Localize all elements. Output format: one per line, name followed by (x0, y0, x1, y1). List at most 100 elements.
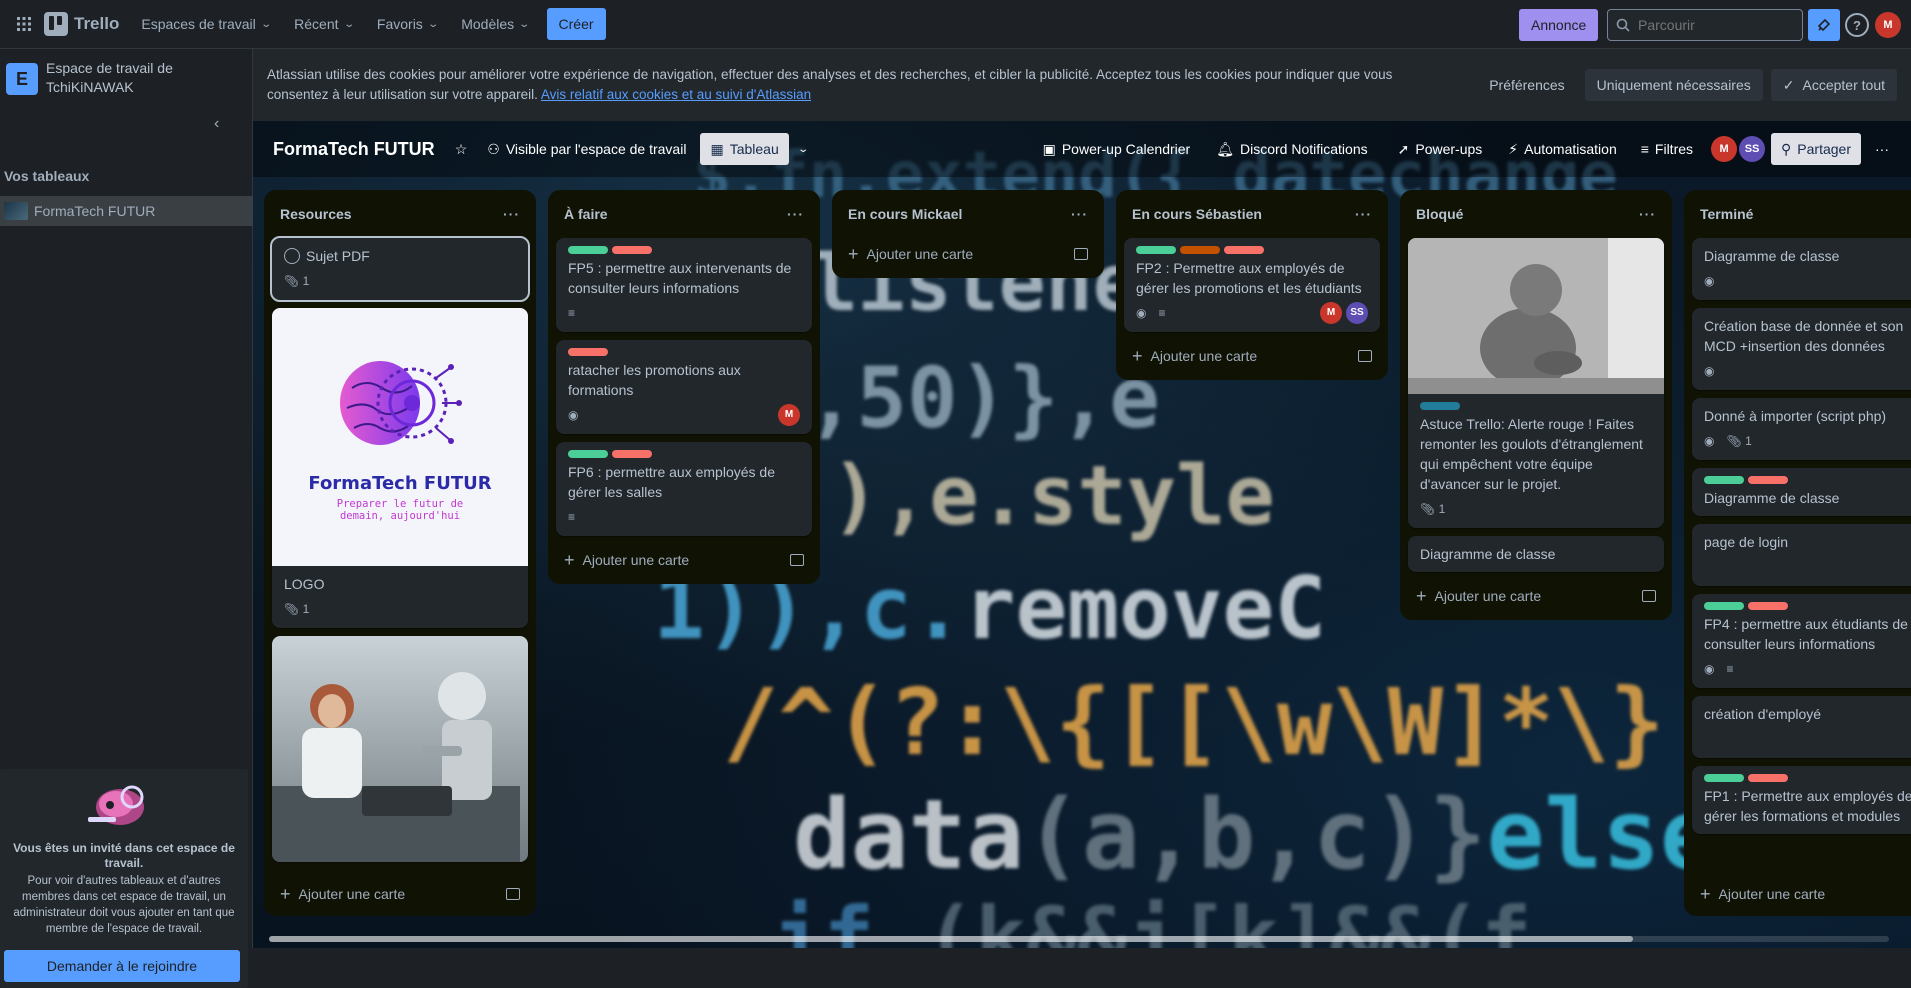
label-red[interactable] (568, 348, 608, 356)
nav-templates[interactable]: Modèles ⌄ (449, 8, 540, 40)
nav-starred[interactable]: Favoris ⌄ (365, 8, 449, 40)
request-join-button[interactable]: Demander à le rejoindre (4, 950, 240, 982)
card[interactable]: FP4 : permettre aux étudiants de consult… (1692, 594, 1911, 688)
board-menu-icon[interactable]: ··· (1865, 133, 1899, 165)
add-card-button[interactable]: + Ajouter une carte (1124, 340, 1380, 372)
card-member-avatar[interactable]: M (1320, 302, 1342, 324)
automation-button[interactable]: ⚡︎ Automatisation (1498, 133, 1626, 165)
template-icon[interactable] (790, 554, 804, 566)
rocket-icon: ➚ (1397, 140, 1410, 157)
card[interactable]: FP1 : Permettre aux employés de gérer le… (1692, 766, 1911, 834)
filters-button[interactable]: ≡ Filtres (1631, 133, 1703, 165)
label-blue[interactable] (1420, 402, 1460, 410)
card[interactable]: Sujet PDF 📎︎ 1 (270, 236, 530, 302)
card[interactable]: Astuce Trello: Alerte rouge ! Faites rem… (1408, 238, 1664, 528)
list-title[interactable]: En cours Mickael (848, 206, 962, 222)
search-box[interactable] (1607, 9, 1803, 41)
label-green[interactable] (1704, 476, 1744, 484)
list-menu-icon[interactable]: ··· (1071, 206, 1088, 222)
add-card-button[interactable]: + Ajouter une carte (556, 544, 812, 576)
circle-checkbox-icon[interactable] (284, 248, 300, 264)
member-avatar[interactable]: SS (1739, 136, 1766, 162)
template-icon[interactable] (1074, 248, 1088, 260)
card-member-avatar[interactable]: SS (1346, 302, 1368, 324)
card-title: Diagramme de classe (1704, 248, 1840, 264)
view-tab-board[interactable]: ▦ Tableau (700, 133, 789, 165)
cookie-preferences-button[interactable]: Préférences (1477, 69, 1576, 101)
views-dropdown-chevron-icon[interactable]: ⌄ (789, 133, 817, 165)
card[interactable]: Diagramme de classe (1408, 536, 1664, 572)
card-member-avatar[interactable]: M (778, 404, 800, 426)
label-green[interactable] (1136, 246, 1176, 254)
create-button[interactable]: Créer (546, 8, 606, 40)
label-red[interactable] (1748, 774, 1788, 782)
card[interactable]: page de login SS (1692, 524, 1911, 586)
powerups-button[interactable]: ➚ Power-ups (1388, 133, 1493, 165)
app-switcher-icon[interactable] (8, 8, 40, 40)
nav-workspaces[interactable]: Espaces de travail ⌄ (129, 8, 282, 40)
add-card-button[interactable]: + Ajouter une carte (840, 238, 1096, 270)
announcement-button[interactable]: Annonce (1519, 9, 1599, 41)
card[interactable]: création d'employé SS (1692, 696, 1911, 758)
label-green[interactable] (1704, 602, 1744, 610)
share-button[interactable]: ⚲ Partager (1771, 133, 1861, 165)
board-horizontal-scrollbar[interactable] (253, 929, 1911, 948)
card[interactable]: FP5 : permettre aux intervenants de cons… (556, 238, 812, 332)
label-red[interactable] (1748, 602, 1788, 610)
powerup-calendar-button[interactable]: ▣ Power-up Calendrier (1033, 133, 1201, 165)
card[interactable]: FP6 : permettre aux employés de gérer le… (556, 442, 812, 536)
member-avatar[interactable]: M (1711, 136, 1738, 162)
add-card-button[interactable]: + Ajouter une carte (272, 878, 528, 910)
card[interactable]: Création base de donnée et son MCD +inse… (1692, 308, 1911, 390)
card[interactable]: Diagramme de classe (1692, 468, 1911, 516)
list-title[interactable]: À faire (564, 206, 608, 222)
attachment-count: 1 (302, 274, 310, 288)
list-title[interactable]: Resources (280, 206, 352, 222)
collapse-sidebar-icon[interactable]: ‹ (214, 115, 219, 133)
label-red[interactable] (612, 450, 652, 458)
board-title[interactable]: FormaTech FUTUR (273, 139, 435, 160)
list-title[interactable]: Terminé (1700, 206, 1753, 222)
search-input[interactable] (1638, 17, 1788, 33)
sidebar-board-item[interactable]: FormaTech FUTUR (0, 196, 253, 226)
template-icon[interactable] (1642, 590, 1656, 602)
nav-recent[interactable]: Récent ⌄ (282, 8, 365, 40)
label-red[interactable] (1224, 246, 1264, 254)
label-green[interactable] (568, 246, 608, 254)
list-menu-icon[interactable]: ··· (1639, 206, 1656, 222)
cookie-accept-all-button[interactable]: ✓ Accepter tout (1770, 69, 1897, 101)
scrollbar-thumb[interactable] (269, 936, 1633, 942)
label-orange[interactable] (1180, 246, 1220, 254)
card[interactable]: FP2 : Permettre aux employés de gérer le… (1124, 238, 1380, 332)
template-icon[interactable] (506, 888, 520, 900)
notifications-icon[interactable] (1808, 9, 1840, 41)
list-title[interactable]: Bloqué (1416, 206, 1463, 222)
discord-notifications-button[interactable]: 🔔︎ Discord Notifications (1206, 133, 1377, 165)
label-red[interactable] (612, 246, 652, 254)
user-avatar[interactable]: M (1875, 12, 1901, 38)
star-icon[interactable]: ☆ (445, 133, 478, 165)
workspace-name[interactable]: Espace de travail de TchiKiNAWAK (46, 59, 201, 97)
card[interactable]: Diagramme de classe ◉M (1692, 238, 1911, 300)
visibility-button[interactable]: ⚇ Visible par l'espace de travail (477, 133, 696, 165)
label-green[interactable] (568, 450, 608, 458)
list-menu-icon[interactable]: ··· (787, 206, 804, 222)
cookie-necessary-button[interactable]: Uniquement nécessaires (1584, 69, 1763, 101)
label-red[interactable] (1748, 476, 1788, 484)
list-menu-icon[interactable]: ··· (503, 206, 520, 222)
list-menu-icon[interactable]: ··· (1355, 206, 1372, 222)
list-title[interactable]: En cours Sébastien (1132, 206, 1262, 222)
cookie-policy-link[interactable]: Avis relatif aux cookies et au suivi d'A… (541, 87, 811, 102)
add-card-button[interactable]: + Ajouter une carte (1408, 580, 1664, 612)
trello-logo[interactable]: Trello (44, 12, 119, 36)
discord-notifications-label: Discord Notifications (1240, 141, 1368, 157)
card[interactable]: ratacher les promotions aux formations ◉… (556, 340, 812, 434)
add-card-button[interactable]: + Ajouter une carte (1692, 878, 1911, 910)
card[interactable] (272, 636, 528, 862)
card[interactable]: FormaTech FUTUR Preparer le futur de dem… (272, 308, 528, 628)
template-icon[interactable] (1358, 350, 1372, 362)
card[interactable]: Donné à importer (script php) ◉📎︎ 1 M (1692, 398, 1911, 460)
label-green[interactable] (1704, 774, 1744, 782)
help-icon[interactable]: ? (1845, 13, 1869, 37)
app-name: Trello (74, 14, 120, 33)
